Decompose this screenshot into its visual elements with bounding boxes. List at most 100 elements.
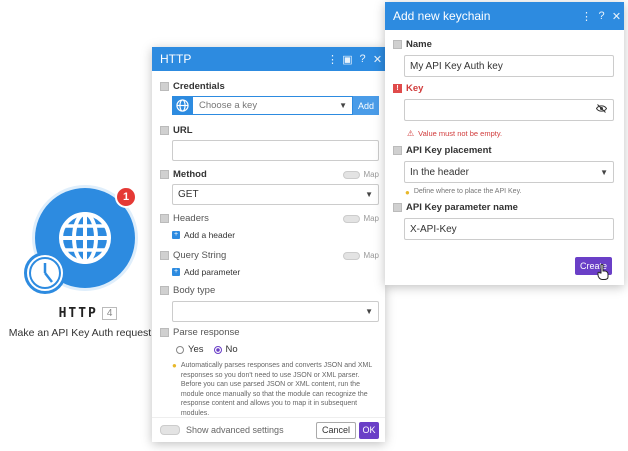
credentials-section: Credentials Choose a key ▼ Add xyxy=(160,81,379,115)
http-panel-footer: Show advanced settings Cancel OK xyxy=(152,417,385,442)
http-panel-title: HTTP xyxy=(160,52,192,66)
credentials-label: Credentials xyxy=(173,81,225,92)
key-error-text: Value must not be empty. xyxy=(418,129,503,138)
close-icon[interactable]: ✕ xyxy=(609,10,624,23)
more-options-icon[interactable]: ⋮ xyxy=(325,53,340,66)
help-icon[interactable]: ? xyxy=(594,10,609,22)
key-input[interactable] xyxy=(404,99,614,121)
placement-value: In the header xyxy=(410,166,469,178)
body-type-label: Body type xyxy=(173,285,216,296)
section-checkbox[interactable] xyxy=(393,146,402,155)
keychain-key-section: ! Key ⚠ Value must not be empty. xyxy=(393,83,614,138)
advanced-settings-toggle[interactable]: Show advanced settings xyxy=(160,425,284,435)
param-name-label: API Key parameter name xyxy=(406,202,518,213)
headers-label-row: Headers Map xyxy=(160,213,379,224)
fullscreen-icon[interactable]: ▣ xyxy=(340,53,355,66)
method-value: GET xyxy=(178,189,199,200)
parse-response-label-row: Parse response xyxy=(160,327,379,338)
help-icon[interactable]: ? xyxy=(355,53,370,65)
radio-no[interactable] xyxy=(213,345,222,354)
cancel-button[interactable]: Cancel xyxy=(315,421,356,439)
ok-button[interactable]: OK xyxy=(359,421,379,439)
name-label: Name xyxy=(406,39,432,50)
name-label-row: Name xyxy=(393,39,614,50)
headers-label: Headers xyxy=(173,213,209,224)
section-checkbox[interactable] xyxy=(393,40,402,49)
add-parameter-button[interactable]: + Add parameter xyxy=(172,267,379,277)
more-options-icon[interactable]: ⋮ xyxy=(579,10,594,23)
placement-select[interactable]: In the header ▼ xyxy=(404,161,614,183)
api-key-placement-section: API Key placement In the header ▼ ● Defi… xyxy=(393,145,614,197)
method-select[interactable]: GET ▼ xyxy=(172,184,379,205)
globe-icon xyxy=(59,212,111,264)
placement-hint: ● Define where to place the API Key. xyxy=(405,188,614,197)
url-label: URL xyxy=(173,125,193,136)
module-description: Make an API Key Auth request xyxy=(8,327,152,339)
keychain-name-section: Name My API Key Auth key xyxy=(393,39,614,77)
param-name-input[interactable]: X-API-Key xyxy=(404,218,614,240)
method-label-row: Method Map xyxy=(160,169,379,180)
lightbulb-icon: ● xyxy=(405,188,410,197)
key-error: ⚠ Value must not be empty. xyxy=(407,129,614,138)
credentials-label-row: Credentials xyxy=(160,81,379,92)
radio-yes[interactable] xyxy=(176,345,184,354)
section-checkbox[interactable] xyxy=(160,126,169,135)
eye-off-icon[interactable] xyxy=(595,104,608,116)
plus-icon: + xyxy=(172,231,180,239)
map-switch[interactable] xyxy=(343,214,361,223)
map-label: Map xyxy=(363,214,379,223)
advanced-switch[interactable] xyxy=(160,425,180,435)
method-label: Method xyxy=(173,169,207,180)
url-section: URL xyxy=(160,125,379,161)
parse-response-hint-text: Automatically parses responses and conve… xyxy=(180,362,373,417)
http-panel-header: HTTP ⋮ ▣ ? ✕ xyxy=(152,47,385,71)
globe-icon xyxy=(172,96,192,115)
add-credentials-button[interactable]: Add xyxy=(353,96,379,115)
parse-response-options: Yes No xyxy=(176,344,379,355)
query-string-section: Query String Map + Add parameter xyxy=(160,250,379,277)
section-checkbox[interactable] xyxy=(160,251,169,260)
body-type-section: Body type ▼ xyxy=(160,285,379,322)
query-map-toggle[interactable]: Map xyxy=(343,251,379,260)
module-title-row: HTTP 4 xyxy=(18,304,158,322)
section-checkbox[interactable] xyxy=(160,82,169,91)
chevron-down-icon: ▼ xyxy=(600,167,608,177)
body-type-select[interactable]: ▼ xyxy=(172,301,379,322)
headers-map-toggle[interactable]: Map xyxy=(343,214,379,223)
warning-icon: ⚠ xyxy=(407,129,415,138)
headers-section: Headers Map + Add a header xyxy=(160,213,379,240)
module-name: HTTP xyxy=(58,306,98,321)
section-checkbox[interactable] xyxy=(160,214,169,223)
keychain-panel-header: Add new keychain ⋮ ? ✕ xyxy=(385,2,624,30)
chevron-down-icon: ▼ xyxy=(365,190,373,199)
error-count-badge[interactable]: 1 xyxy=(115,186,137,208)
clock-icon[interactable] xyxy=(24,252,66,294)
map-switch[interactable] xyxy=(343,170,361,179)
section-checkbox[interactable] xyxy=(160,170,169,179)
placement-label: API Key placement xyxy=(406,145,492,156)
section-checkbox[interactable] xyxy=(160,328,169,337)
radio-yes-label: Yes xyxy=(188,344,204,355)
section-checkbox[interactable] xyxy=(160,286,169,295)
hand-cursor-icon xyxy=(597,264,609,280)
api-key-param-section: API Key parameter name X-API-Key xyxy=(393,202,614,240)
lightbulb-icon: ● xyxy=(172,361,177,370)
url-input[interactable] xyxy=(172,140,379,161)
body-type-label-row: Body type xyxy=(160,285,379,296)
plus-icon: + xyxy=(172,268,180,276)
chevron-down-icon: ▼ xyxy=(339,101,347,110)
map-switch[interactable] xyxy=(343,251,361,260)
add-parameter-label: Add parameter xyxy=(184,267,241,277)
placement-hint-text: Define where to place the API Key. xyxy=(413,188,522,195)
method-map-toggle[interactable]: Map xyxy=(343,170,379,179)
method-section: Method Map GET ▼ xyxy=(160,169,379,205)
advanced-settings-label: Show advanced settings xyxy=(186,425,284,435)
credentials-select[interactable]: Choose a key ▼ xyxy=(192,96,353,115)
close-icon[interactable]: ✕ xyxy=(370,53,385,66)
module-number: 4 xyxy=(101,307,118,320)
add-header-button[interactable]: + Add a header xyxy=(172,230,379,240)
http-module-node[interactable]: 1 HTTP 4 Make an API Key Auth request xyxy=(9,180,158,350)
section-checkbox[interactable] xyxy=(393,203,402,212)
keychain-name-input[interactable]: My API Key Auth key xyxy=(404,55,614,77)
map-label: Map xyxy=(363,170,379,179)
